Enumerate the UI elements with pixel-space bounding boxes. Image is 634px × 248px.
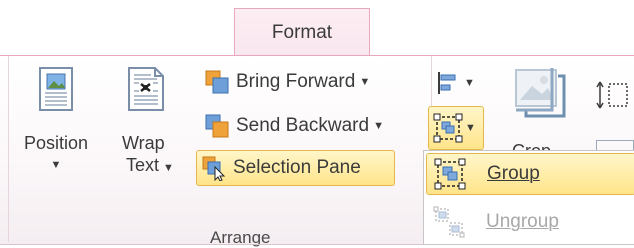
wrap-text-icon xyxy=(128,67,164,111)
send-backward-button[interactable]: Send Backward ▼ xyxy=(200,110,432,142)
group-icon xyxy=(434,158,466,190)
chevron-down-icon: ▼ xyxy=(373,120,384,132)
menu-item-group-label: Group xyxy=(487,163,540,184)
wrap-text-label-line1: Wrap xyxy=(122,133,165,153)
tab-format[interactable]: Format xyxy=(234,8,370,56)
group-dropdown-menu: Group Ungroup xyxy=(423,150,634,245)
height-size-icon xyxy=(596,80,634,110)
crop-icon xyxy=(515,68,566,118)
selection-pane-button[interactable]: Selection Pane xyxy=(196,150,395,186)
group-objects-button[interactable]: ▼ xyxy=(428,106,484,150)
bring-forward-label: Bring Forward xyxy=(236,71,356,92)
tab-format-label: Format xyxy=(271,21,333,43)
crop-button[interactable] xyxy=(512,66,570,138)
chevron-down-icon: ▼ xyxy=(50,159,62,171)
position-label: Position xyxy=(23,133,89,153)
chevron-down-icon: ▼ xyxy=(359,76,371,88)
wrap-text-button[interactable]: Wrap Text ▼ xyxy=(110,66,182,179)
bring-forward-icon xyxy=(205,70,229,94)
selection-pane-label: Selection Pane xyxy=(233,157,361,178)
menu-item-ungroup[interactable]: Ungroup xyxy=(426,201,634,243)
chevron-down-icon: ▼ xyxy=(464,77,475,89)
arrange-group-label: Arrange xyxy=(210,228,271,247)
menu-item-group[interactable]: Group xyxy=(426,153,634,195)
crop-label: Crop xyxy=(512,141,552,151)
chevron-down-icon: ▼ xyxy=(465,122,476,134)
align-button[interactable]: ▼ xyxy=(436,70,480,96)
align-icon xyxy=(438,72,456,94)
chevron-down-icon: ▼ xyxy=(163,162,174,174)
send-backward-label: Send Backward xyxy=(236,115,370,136)
selection-pane-icon xyxy=(202,156,226,181)
position-icon xyxy=(39,67,73,111)
wrap-text-label-line2: Text xyxy=(126,155,160,175)
bring-forward-button[interactable]: Bring Forward ▼ xyxy=(200,66,416,98)
position-button[interactable]: Position ▼ xyxy=(16,66,96,176)
menu-item-ungroup-label: Ungroup xyxy=(486,211,559,232)
ungroup-icon xyxy=(433,206,465,238)
send-backward-icon xyxy=(205,114,229,138)
group-icon xyxy=(433,113,463,143)
size-field-partial xyxy=(596,140,634,150)
